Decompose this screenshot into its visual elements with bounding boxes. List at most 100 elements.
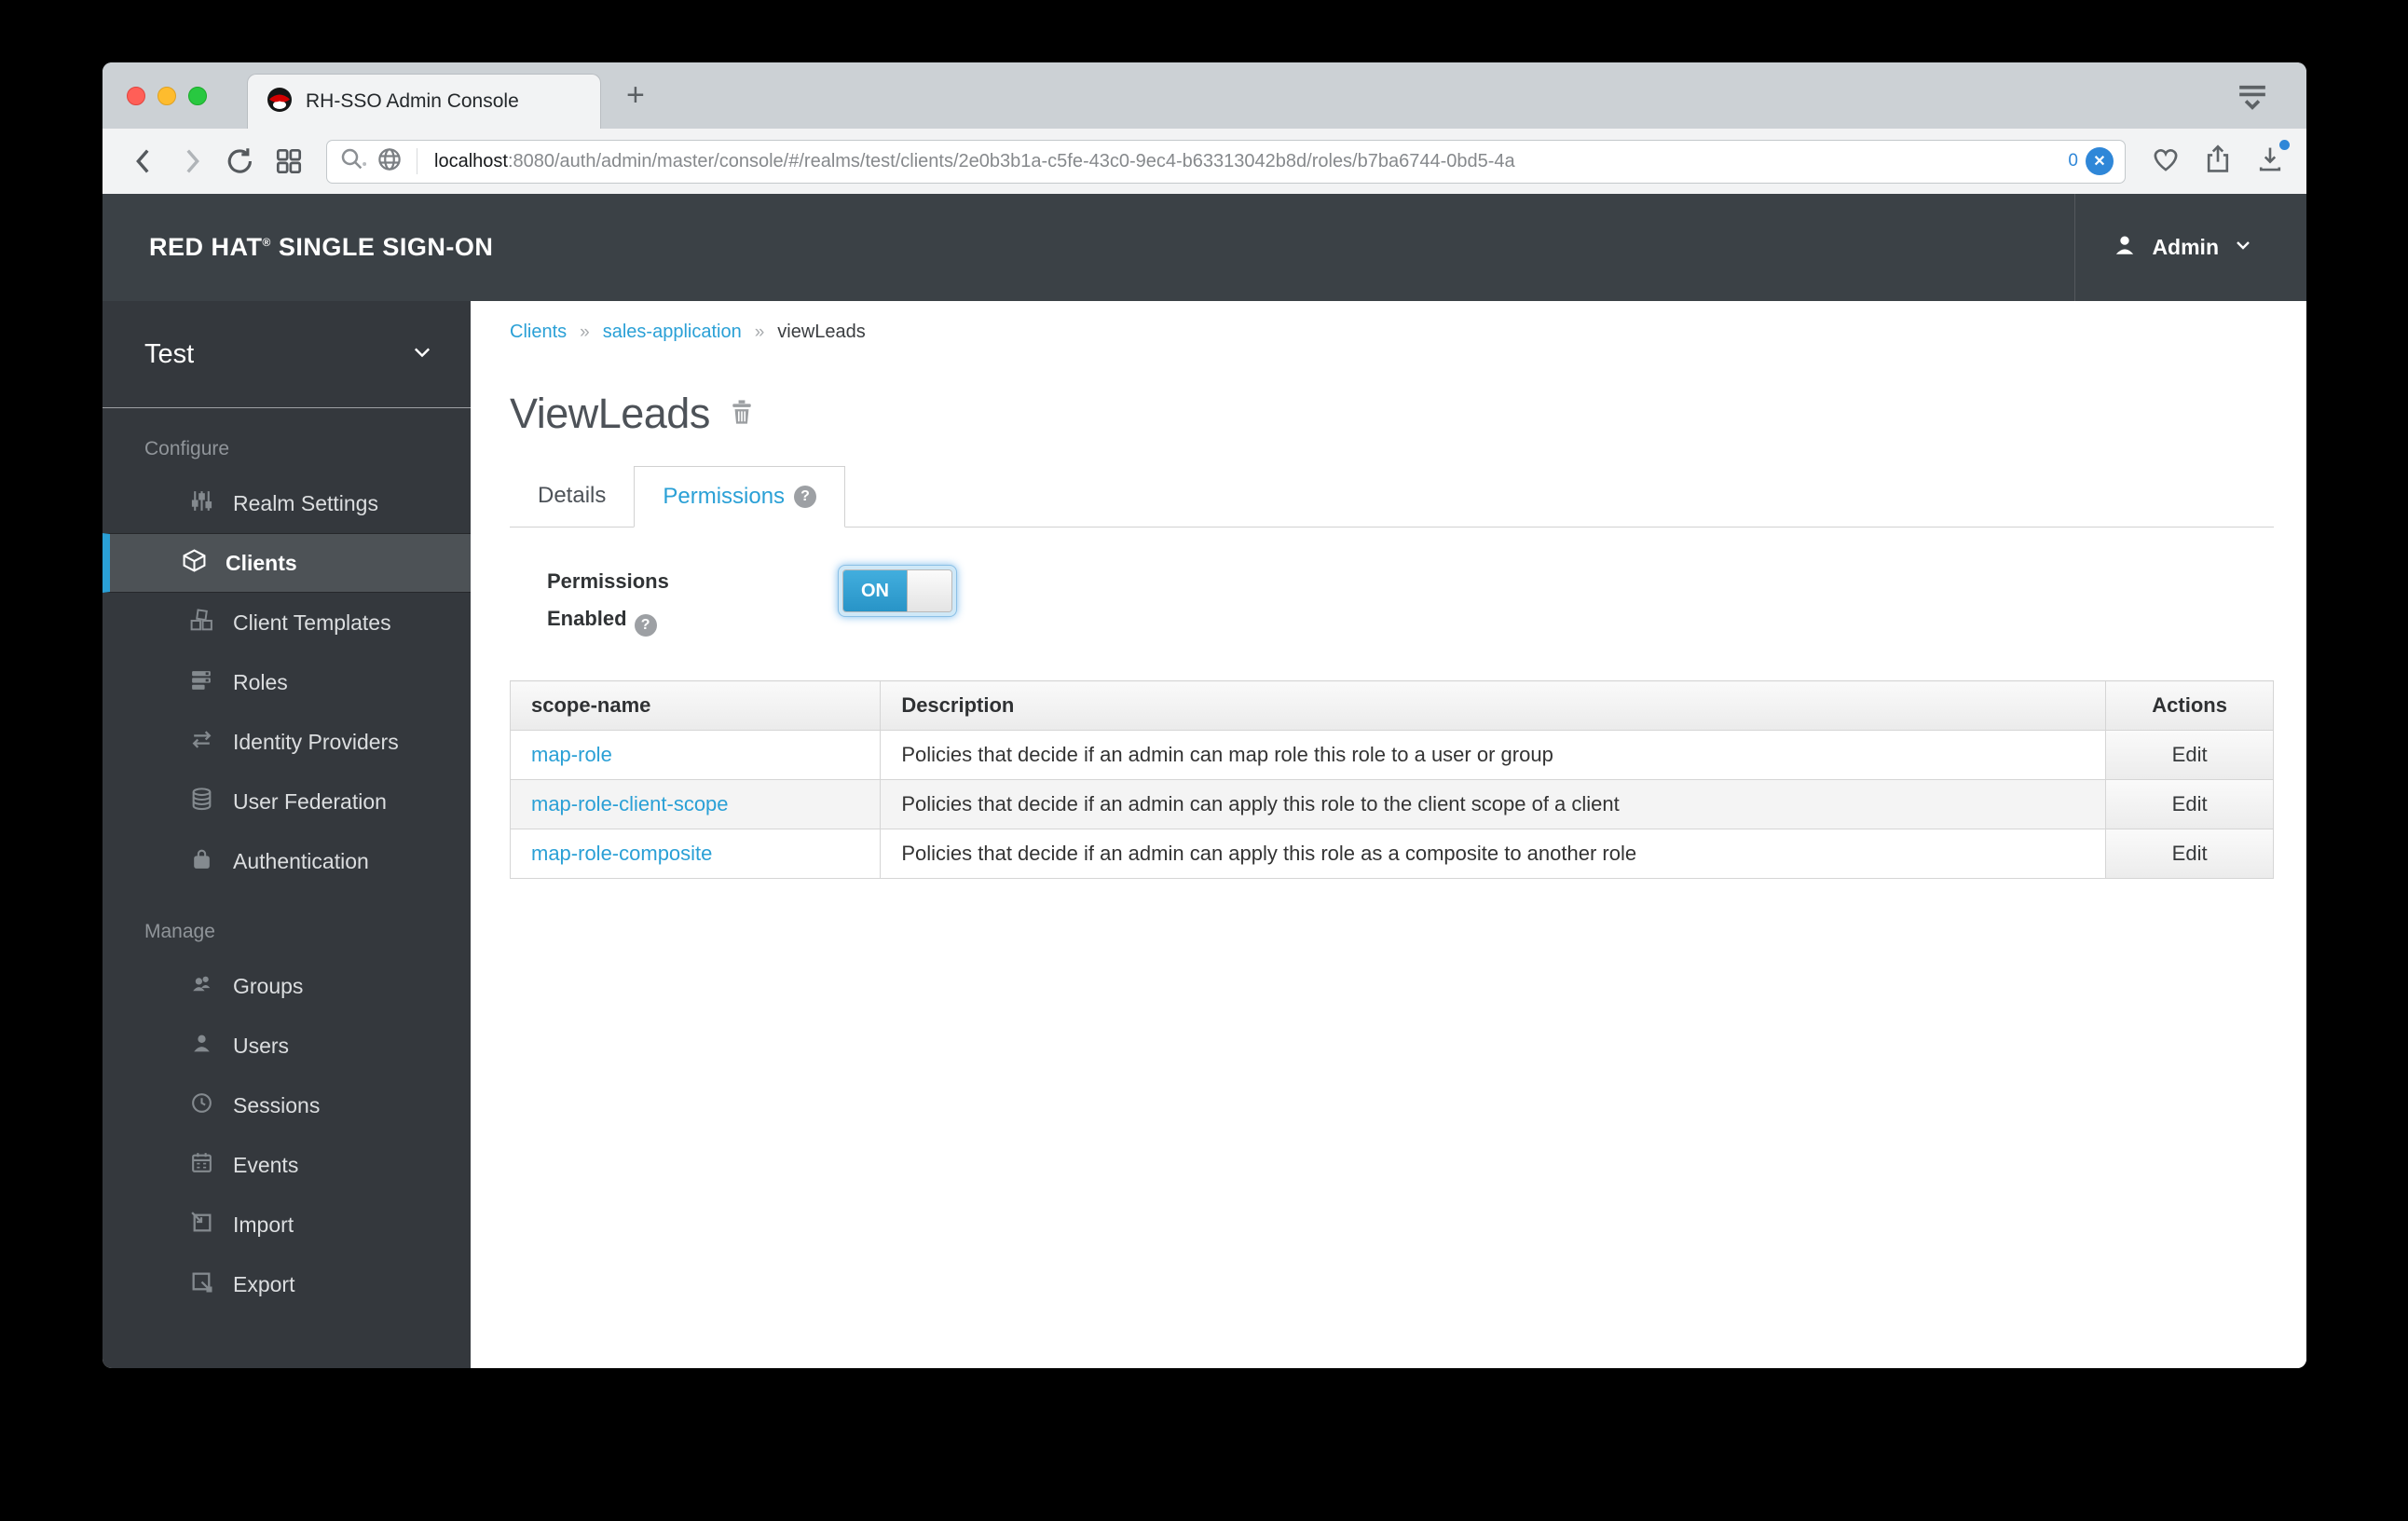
sidebar-item-sessions[interactable]: Sessions (103, 1076, 471, 1135)
realm-name: Test (144, 338, 195, 369)
cube-icon (182, 548, 207, 578)
export-icon (189, 1269, 214, 1299)
browser-toolbar: localhost:8080/auth/admin/master/console… (103, 129, 2306, 194)
browser-window: RH-SSO Admin Console + localhost:8080/au… (103, 62, 2306, 1368)
back-button[interactable] (123, 141, 164, 182)
breadcrumb-sales-application-link[interactable]: sales-application (603, 322, 742, 343)
top-sites-grid-icon[interactable] (268, 141, 309, 182)
sidebar-item-export[interactable]: Export (103, 1254, 471, 1314)
user-menu[interactable]: Admin (2074, 194, 2306, 301)
chevron-down-icon (2234, 236, 2252, 259)
cubes-icon (189, 608, 214, 637)
users-group-icon (189, 971, 214, 1001)
breadcrumb-current: viewLeads (777, 322, 866, 342)
sidebar-section-configure: Configure (144, 438, 230, 459)
reload-button[interactable] (220, 141, 261, 182)
url-host: localhost (434, 150, 508, 171)
app-navbar: RED HAT® SINGLE SIGN-ON Admin (103, 194, 2306, 301)
url-path: :8080/auth/admin/master/console/#/realms… (507, 150, 1515, 171)
scope-link-map-role-client-scope[interactable]: map-role-client-scope (531, 792, 729, 815)
help-icon[interactable]: ? (794, 486, 817, 508)
delete-trash-icon[interactable] (727, 397, 757, 432)
exchange-arrows-icon (189, 727, 214, 757)
scope-link-map-role[interactable]: map-role (531, 743, 612, 766)
downloads-icon[interactable] (2254, 139, 2290, 180)
share-icon[interactable] (2202, 144, 2234, 180)
table-row: map-role-client-scope Policies that deci… (509, 779, 2274, 829)
table-row: map-role-composite Policies that decide … (509, 829, 2274, 879)
bookmark-heart-icon[interactable] (2150, 144, 2182, 180)
search-icon (338, 145, 367, 178)
user-icon (2113, 233, 2137, 262)
column-header-scope-name: scope-name (509, 680, 882, 731)
window-controls (127, 87, 207, 105)
page-title: ViewLeads (510, 390, 710, 437)
help-icon[interactable]: ? (634, 614, 657, 637)
sidebar-item-identity-providers[interactable]: Identity Providers (103, 712, 471, 772)
realm-selector[interactable]: Test (103, 301, 471, 408)
sidebar-item-authentication[interactable]: Authentication (103, 831, 471, 891)
sidebar-item-clients[interactable]: Clients (103, 533, 471, 593)
permissions-enabled-label: Permissions Enabled? (547, 563, 780, 637)
sidebar: Test Configure Realm Settings Clients Cl… (103, 301, 471, 1368)
toggle-handle[interactable] (907, 570, 951, 611)
main-content: Clients » sales-application » viewLeads … (471, 301, 2306, 1368)
sidebar-item-realm-settings[interactable]: Realm Settings (103, 473, 471, 533)
permissions-enabled-toggle[interactable]: ON (838, 565, 957, 617)
edit-button[interactable]: Edit (2106, 829, 2273, 878)
calendar-icon (189, 1150, 214, 1180)
sidebar-item-user-federation[interactable]: User Federation (103, 772, 471, 831)
url-text[interactable]: localhost:8080/auth/admin/master/console… (434, 151, 2059, 172)
column-header-actions: Actions (2105, 680, 2274, 731)
scope-description: Policies that decide if an admin can app… (880, 829, 2107, 879)
zoom-window-button[interactable] (188, 87, 207, 105)
breadcrumb-separator: » (754, 322, 765, 342)
tab-details[interactable]: Details (510, 465, 634, 527)
toolbar-right-icons (2150, 139, 2290, 180)
sidebar-section-manage: Manage (144, 921, 215, 942)
tab-title: RH-SSO Admin Console (306, 90, 519, 112)
sidebar-item-client-templates[interactable]: Client Templates (103, 593, 471, 652)
table-header-row: scope-name Description Actions (509, 680, 2274, 731)
browser-tab-bar: RH-SSO Admin Console + (103, 62, 2306, 129)
sidebar-item-import[interactable]: Import (103, 1195, 471, 1254)
lock-icon (189, 846, 214, 876)
permissions-enabled-row: Permissions Enabled? ON (510, 563, 2274, 637)
app-brand: RED HAT® SINGLE SIGN-ON (149, 233, 494, 261)
sidebar-item-events[interactable]: Events (103, 1135, 471, 1195)
new-tab-button[interactable]: + (626, 74, 645, 116)
tab-overflow-icon[interactable] (2234, 77, 2271, 119)
scope-link-map-role-composite[interactable]: map-role-composite (531, 842, 712, 865)
chevron-down-icon (411, 341, 433, 368)
breadcrumb: Clients » sales-application » viewLeads (510, 322, 2274, 343)
breadcrumb-separator: » (580, 322, 590, 342)
browser-tab[interactable]: RH-SSO Admin Console (247, 74, 601, 129)
edit-button[interactable]: Edit (2106, 780, 2273, 829)
sidebar-item-roles[interactable]: Roles (103, 652, 471, 712)
close-window-button[interactable] (127, 87, 145, 105)
minimize-window-button[interactable] (157, 87, 176, 105)
tab-strip: Details Permissions ? (510, 464, 2274, 528)
column-header-description: Description (880, 680, 2107, 731)
clock-icon (189, 1090, 214, 1120)
redhat-favicon-icon (267, 87, 293, 117)
download-notification-dot (2279, 139, 2290, 150)
scope-description: Policies that decide if an admin can app… (880, 779, 2107, 829)
breadcrumb-clients-link[interactable]: Clients (510, 322, 567, 343)
tab-permissions[interactable]: Permissions ? (634, 466, 846, 528)
sidebar-item-users[interactable]: Users (103, 1016, 471, 1076)
registered-mark: ® (262, 236, 271, 249)
url-bar[interactable]: localhost:8080/auth/admin/master/console… (326, 139, 2126, 184)
edit-button[interactable]: Edit (2106, 731, 2273, 779)
table-row: map-role Policies that decide if an admi… (509, 730, 2274, 780)
import-icon (189, 1210, 214, 1240)
forward-button[interactable] (171, 141, 212, 182)
sliders-icon (189, 488, 214, 518)
sidebar-item-groups[interactable]: Groups (103, 956, 471, 1016)
scope-description: Policies that decide if an admin can map… (880, 730, 2107, 780)
extension-icon[interactable]: ✕ (2086, 147, 2114, 175)
extension-badge-count: 0 (2068, 151, 2078, 171)
user-name: Admin (2152, 235, 2219, 259)
site-identity-globe-icon[interactable] (376, 145, 404, 178)
user-icon (189, 1031, 214, 1061)
